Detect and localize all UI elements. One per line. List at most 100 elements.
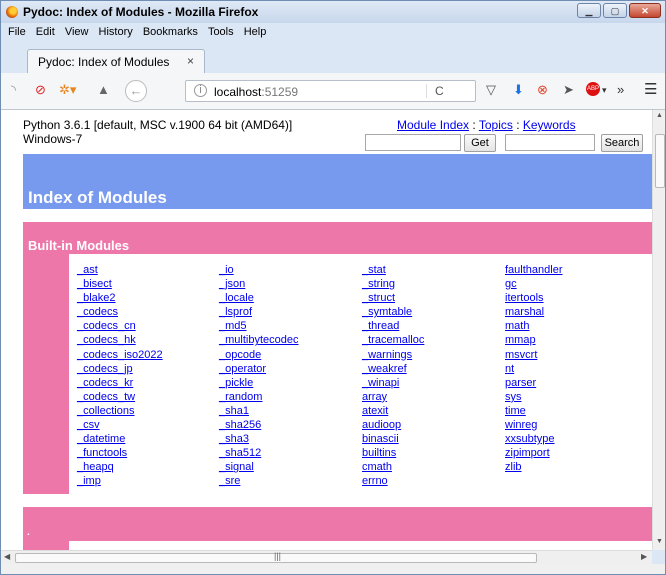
module-link[interactable]: _thread [362,320,399,332]
firebug-icon[interactable]: ✲▾ [59,82,76,98]
module-link[interactable]: math [505,320,529,332]
module-link[interactable]: _md5 [219,320,247,332]
module-link[interactable]: _codecs_cn [77,320,136,332]
get-button[interactable]: Get [464,134,496,152]
overflow-icon[interactable]: » [617,82,624,98]
module-link[interactable]: msvcrt [505,349,537,361]
module-link[interactable]: zlib [505,461,522,473]
module-link[interactable]: _struct [362,292,395,304]
module-link[interactable]: _stat [362,264,386,276]
menu-history[interactable]: History [99,23,133,41]
module-link[interactable]: _sre [219,475,240,487]
horizontal-scrollbar[interactable]: ◀ ||| ▶ [1,550,652,564]
module-link[interactable]: _string [362,278,395,290]
keywords-link[interactable]: Keywords [523,118,576,132]
module-link[interactable]: _blake2 [77,292,116,304]
module-link[interactable]: errno [362,475,388,487]
topics-link[interactable]: Topics [479,118,513,132]
url-text[interactable]: localhost:51259 [214,85,298,99]
blocked-icon[interactable]: ⊗ [537,82,548,98]
module-link[interactable]: audioop [362,419,401,431]
close-button[interactable]: ✕ [629,3,661,18]
module-link[interactable]: zipimport [505,447,550,459]
module-link[interactable]: _heapq [77,461,114,473]
module-link[interactable]: _codecs_hk [77,334,136,346]
extension-icon[interactable]: ▲ [97,82,110,98]
adblock-dropdown-icon[interactable]: ▾ [602,82,607,98]
module-link[interactable]: _io [219,264,234,276]
module-index-link[interactable]: Module Index [397,118,469,132]
send-icon[interactable]: ➤ [563,82,574,98]
vertical-scroll-thumb[interactable] [655,134,665,188]
stop-icon[interactable]: ⊘ [35,82,46,98]
tab-pydoc[interactable]: Pydoc: Index of Modules × [27,49,205,75]
module-link[interactable]: _symtable [362,306,412,318]
module-link[interactable]: winreg [505,419,537,431]
info-icon[interactable]: i [194,84,207,97]
module-link[interactable]: _tracemalloc [362,334,424,346]
get-input[interactable] [365,134,461,151]
scroll-up-icon[interactable]: ▲ [656,112,663,119]
module-link[interactable]: _json [219,278,245,290]
module-link[interactable]: time [505,405,526,417]
menu-file[interactable]: File [8,23,26,41]
menu-bookmarks[interactable]: Bookmarks [143,23,198,41]
module-link[interactable]: _datetime [77,433,125,445]
menu-tools[interactable]: Tools [208,23,234,41]
module-link[interactable]: _locale [219,292,254,304]
module-link[interactable]: _codecs_jp [77,363,133,375]
pocket-icon[interactable]: ▽ [486,82,496,98]
module-link[interactable]: sys [505,391,522,403]
module-link[interactable]: _codecs_kr [77,377,133,389]
module-link[interactable]: _sha512 [219,447,261,459]
module-link[interactable]: _csv [77,419,100,431]
module-link[interactable]: _operator [219,363,266,375]
menu-icon[interactable]: ☰ [644,82,657,98]
module-link[interactable]: cmath [362,461,392,473]
scroll-right-icon[interactable]: ▶ [641,552,647,561]
minimize-button[interactable]: ▁ [577,3,601,18]
module-link[interactable]: itertools [505,292,544,304]
rss-icon[interactable]: ◝ [11,82,16,98]
module-link[interactable]: _weakref [362,363,407,375]
horizontal-scroll-thumb[interactable]: ||| [15,551,537,563]
module-link[interactable]: _winapi [362,377,399,389]
adblock-icon[interactable]: ABP [586,82,600,96]
module-link[interactable]: _codecs [77,306,118,318]
menu-help[interactable]: Help [244,23,267,41]
menu-edit[interactable]: Edit [36,23,55,41]
scroll-down-icon[interactable]: ▼ [656,538,663,545]
module-link[interactable]: marshal [505,306,544,318]
module-link[interactable]: _opcode [219,349,261,361]
module-link[interactable]: _warnings [362,349,412,361]
module-link[interactable]: xxsubtype [505,433,555,445]
menu-view[interactable]: View [65,23,89,41]
module-link[interactable]: _sha1 [219,405,249,417]
module-link[interactable]: gc [505,278,517,290]
module-link[interactable]: _pickle [219,377,253,389]
module-link[interactable]: nt [505,363,514,375]
search-input[interactable] [505,134,595,151]
module-link[interactable]: _codecs_iso2022 [77,349,163,361]
address-bar[interactable]: i localhost:51259 C [185,80,476,102]
module-link[interactable]: _sha3 [219,433,249,445]
module-link[interactable]: mmap [505,334,536,346]
module-link[interactable]: _collections [77,405,134,417]
download-icon[interactable]: ⬇ [513,82,524,98]
module-link[interactable]: builtins [362,447,396,459]
module-link[interactable]: _random [219,391,262,403]
module-link[interactable]: _ast [77,264,98,276]
module-link[interactable]: _codecs_tw [77,391,135,403]
module-link[interactable]: faulthandler [505,264,563,276]
back-icon[interactable]: ← [125,80,147,102]
maximize-button[interactable]: ▢ [603,3,627,18]
module-link[interactable]: _imp [77,475,101,487]
module-link[interactable]: _sha256 [219,419,261,431]
module-link[interactable]: _functools [77,447,127,459]
module-link[interactable]: _multibytecodec [219,334,299,346]
vertical-scrollbar[interactable]: ▲ ▼ [652,110,665,550]
module-link[interactable]: array [362,391,387,403]
module-link[interactable]: binascii [362,433,399,445]
reload-icon[interactable]: C [426,84,444,98]
module-link[interactable]: _lsprof [219,306,252,318]
